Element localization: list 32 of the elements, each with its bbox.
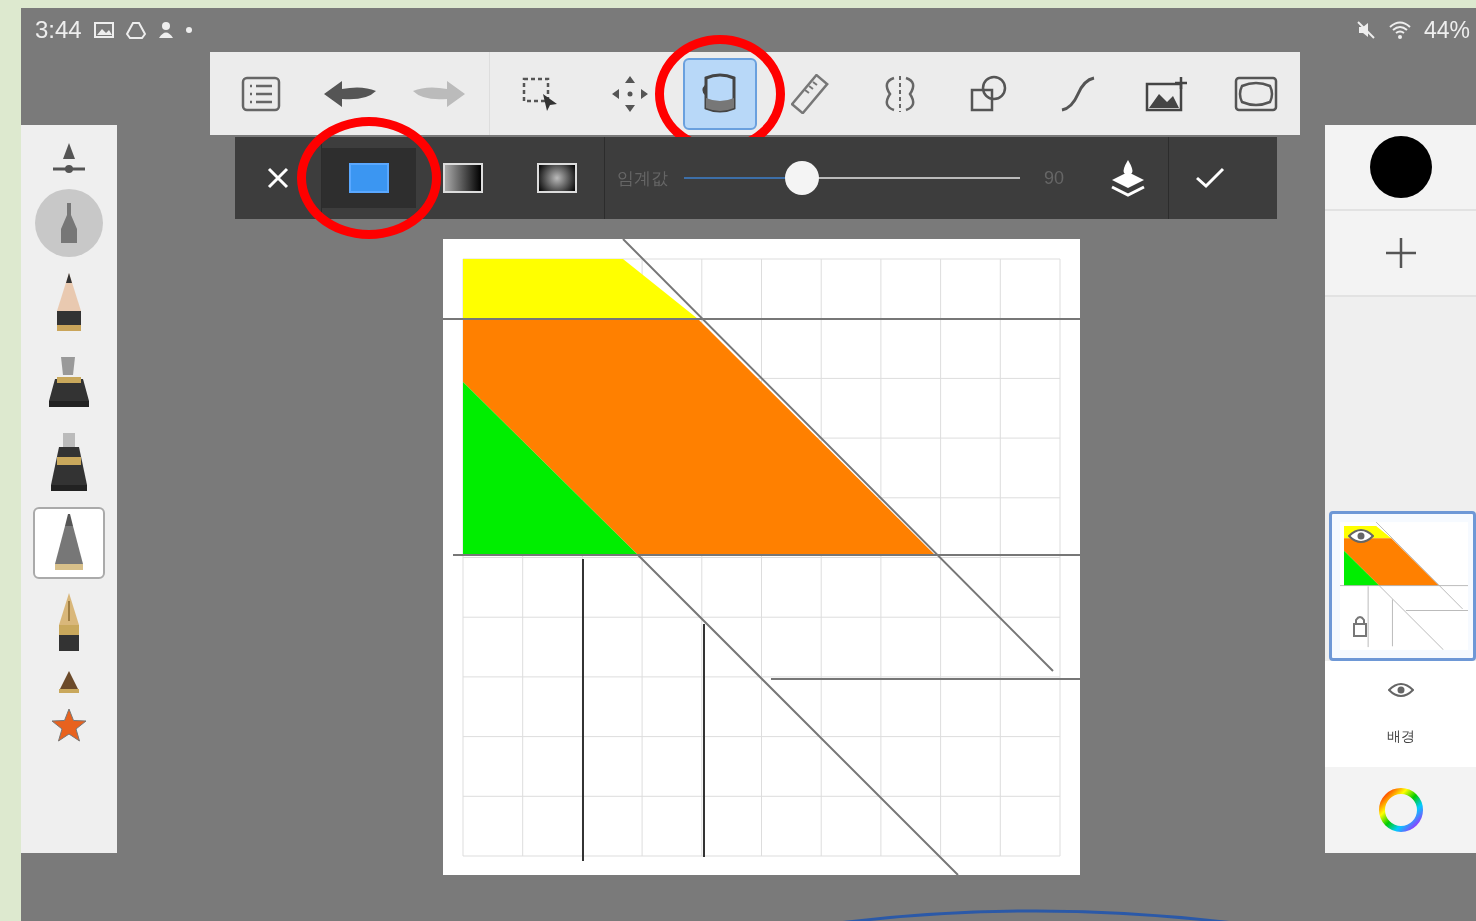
mute-icon bbox=[1355, 20, 1376, 40]
fill-mode-button[interactable] bbox=[322, 148, 416, 208]
radial-gradient-icon bbox=[537, 163, 577, 193]
color-wheel-icon[interactable] bbox=[1376, 786, 1425, 834]
linear-gradient-icon bbox=[443, 163, 483, 193]
airbrush-icon bbox=[35, 189, 103, 257]
check-icon bbox=[1195, 167, 1225, 189]
layer-item[interactable]: 배경 bbox=[1325, 661, 1476, 767]
battery-level: 44% bbox=[1423, 16, 1470, 44]
status-time: 3:44 bbox=[35, 16, 82, 44]
canvas-drawing[interactable] bbox=[443, 239, 1080, 875]
ruler-icon bbox=[790, 73, 831, 114]
add-image-icon bbox=[1144, 75, 1189, 112]
gallery-icon bbox=[93, 21, 114, 39]
dot-icon bbox=[185, 27, 192, 33]
close-icon bbox=[267, 167, 289, 189]
list-icon bbox=[240, 75, 281, 112]
star-icon bbox=[51, 708, 87, 742]
frame-icon bbox=[1233, 75, 1278, 112]
lock-icon[interactable] bbox=[1352, 614, 1368, 638]
solid-fill-icon bbox=[349, 163, 389, 193]
add-layer-icon[interactable] bbox=[1383, 236, 1418, 270]
layer-item[interactable] bbox=[1329, 511, 1476, 661]
person-icon bbox=[157, 21, 174, 39]
toolbar-button[interactable] bbox=[683, 57, 757, 130]
shapes-icon bbox=[968, 73, 1009, 114]
visibility-eye-icon[interactable] bbox=[1348, 528, 1374, 544]
brush-tip-icon bbox=[57, 669, 81, 695]
slider-thumb[interactable] bbox=[784, 161, 819, 195]
visibility-eye-icon[interactable] bbox=[1387, 682, 1414, 698]
wifi-icon bbox=[1387, 20, 1412, 40]
layer-name: 배경 bbox=[1386, 728, 1415, 746]
